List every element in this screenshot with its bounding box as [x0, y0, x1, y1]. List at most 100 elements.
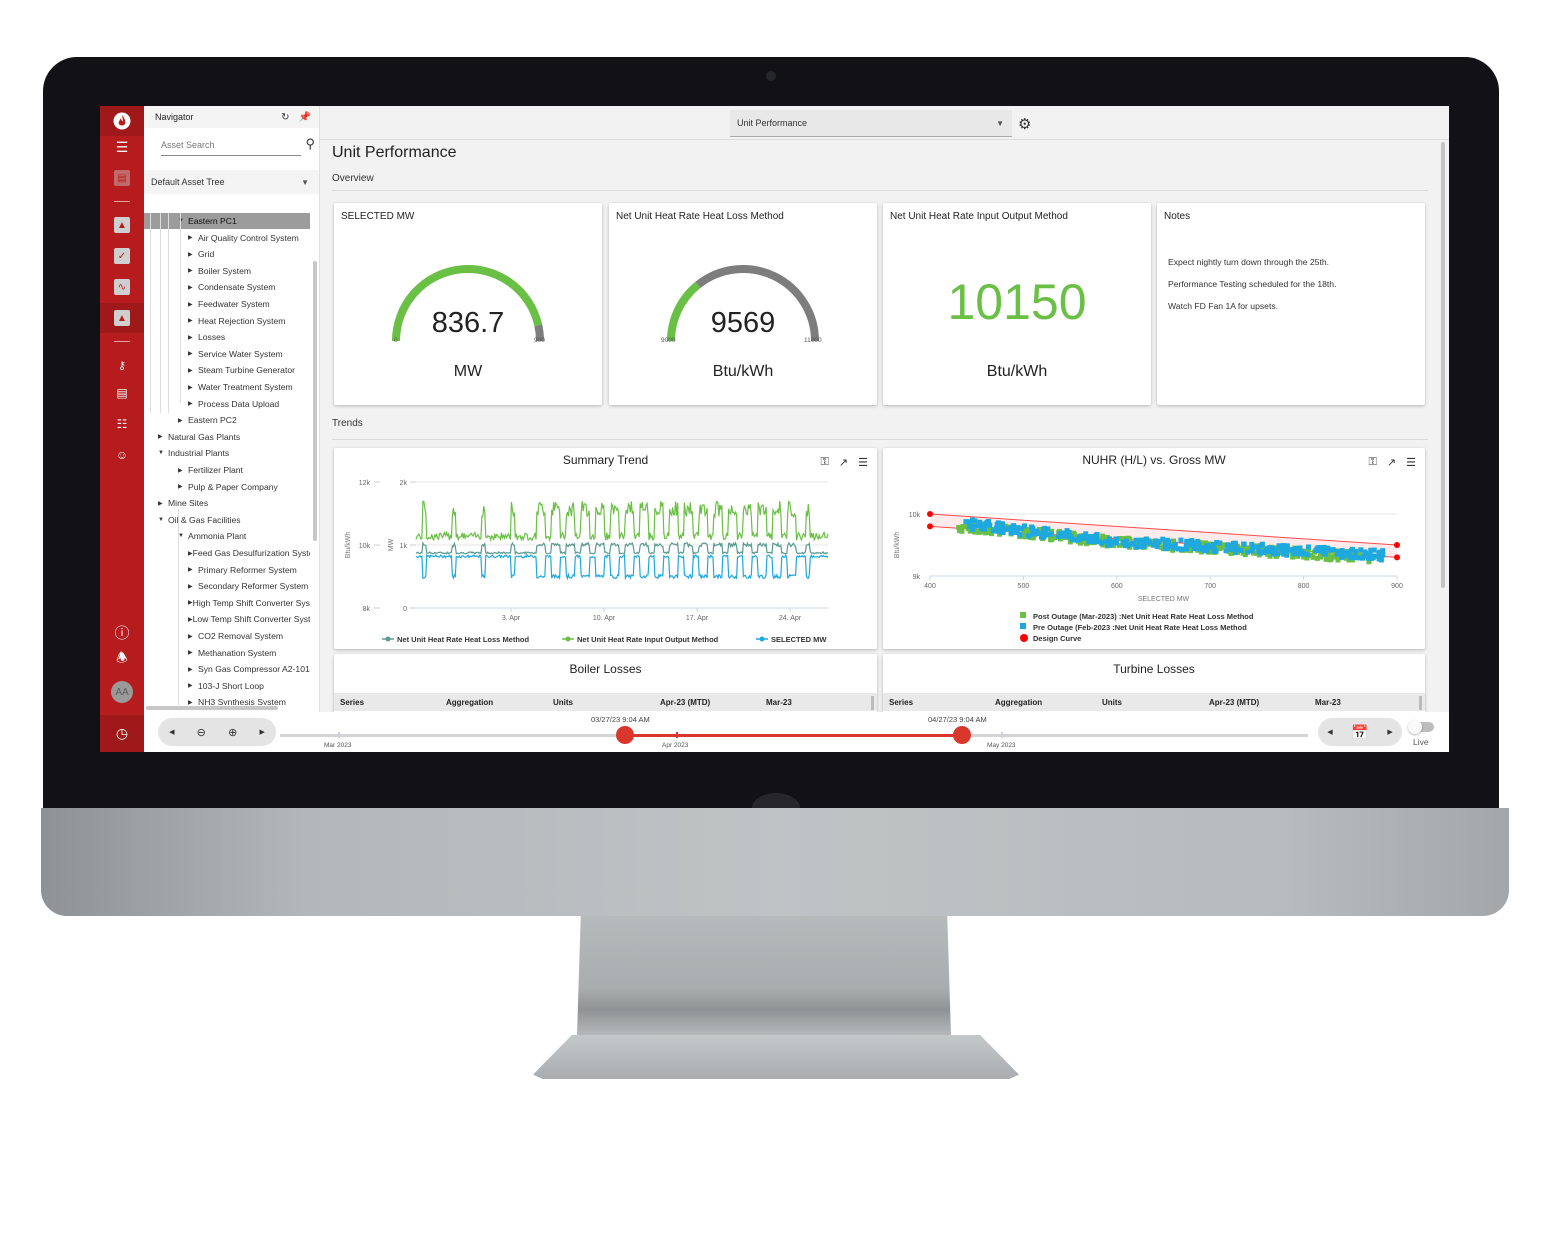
gear-icon[interactable]: ⚙	[1018, 115, 1031, 133]
caret-right-icon[interactable]: ▶	[188, 384, 198, 391]
bell-icon[interactable]: 🕭	[100, 645, 144, 675]
check-circle-icon[interactable]: ✓	[100, 241, 144, 271]
search-icon[interactable]: ⚲	[305, 136, 315, 152]
alert-icon[interactable]: ▲	[100, 210, 144, 240]
main-scrollbar[interactable]	[1441, 142, 1445, 588]
caret-right-icon[interactable]: ▶	[188, 334, 198, 341]
navigator-horizontal-scrollbar[interactable]	[146, 706, 278, 710]
caret-right-icon[interactable]: ▶	[188, 566, 198, 573]
tree-item[interactable]: ▶ CO2 Removal System	[144, 628, 310, 644]
tree-item[interactable]: ▶ NH3 Synthesis System	[144, 694, 310, 705]
calendar-icon[interactable]: 📅	[1351, 724, 1368, 741]
caret-right-icon[interactable]: ▶	[188, 301, 198, 308]
column-header[interactable]: Series	[340, 698, 364, 707]
caret-right-icon[interactable]: ▶	[188, 317, 198, 324]
caret-right-icon[interactable]: ▶	[178, 483, 188, 490]
column-header[interactable]: Units	[553, 698, 573, 707]
tree-item[interactable]: ▼ Industrial Plants	[144, 445, 310, 461]
caret-right-icon[interactable]: ▶	[188, 350, 198, 357]
caret-right-icon[interactable]: ▶	[158, 433, 168, 440]
asset-search-input[interactable]: Asset Search ⚲	[161, 136, 315, 156]
tree-item[interactable]: ▶ Eastern PC2	[144, 412, 310, 428]
caret-right-icon[interactable]: ▶	[188, 682, 198, 689]
nuhr-scatter-chart[interactable]: 10k 9k400 500 600 700 800 900 SELECTED MW Btu/kW…	[883, 448, 1425, 649]
legend-item[interactable]: Pre Outage (Feb-2023 :Net Unit Heat Rate…	[1033, 623, 1247, 632]
refresh-icon[interactable]: ↻	[281, 112, 289, 123]
pan-right-icon[interactable]: ▶	[259, 728, 264, 736]
column-header[interactable]: Units	[1102, 698, 1122, 707]
table-config-icon[interactable]: ☷	[100, 409, 144, 439]
caret-right-icon[interactable]: ▶	[188, 251, 198, 258]
tree-item[interactable]: ▶ Natural Gas Plants	[144, 429, 310, 445]
tree-item[interactable]: ▼ Oil & Gas Facilities	[144, 512, 310, 528]
legend-item[interactable]: Design Curve	[1033, 634, 1081, 643]
tree-item[interactable]: ▶ Syn Gas Compressor A2-101	[144, 661, 310, 677]
caret-right-icon[interactable]: ▶	[188, 666, 198, 673]
caret-right-icon[interactable]: ▶	[188, 649, 198, 656]
caret-right-icon[interactable]: ▶	[188, 267, 198, 274]
caret-right-icon[interactable]: ▶	[158, 500, 168, 507]
caret-right-icon[interactable]: ▶	[188, 583, 198, 590]
user-config-icon[interactable]: ☺	[100, 440, 144, 470]
caret-right-icon[interactable]: ▶	[178, 467, 188, 474]
tree-item[interactable]: ▶ Low Temp Shift Converter System	[144, 611, 310, 627]
clock-icon[interactable]: ◷	[100, 715, 144, 752]
live-toggle[interactable]	[1408, 720, 1434, 734]
menu-icon[interactable]: ☰	[100, 132, 144, 162]
tree-item[interactable]: ▶ Methanation System	[144, 645, 310, 661]
tree-item[interactable]: ▼ Ammonia Plant	[144, 528, 310, 544]
zoom-out-icon[interactable]: ⊖	[197, 726, 206, 739]
tree-item[interactable]: ▶ Fertilizer Plant	[144, 462, 310, 478]
caret-right-icon[interactable]: ▶	[188, 400, 198, 407]
asset-config-icon[interactable]: ⚷	[100, 350, 144, 380]
zoom-in-icon[interactable]: ⊕	[228, 726, 237, 739]
tree-item[interactable]: ▶ Feed Gas Desulfurization System	[144, 545, 310, 561]
caret-right-icon[interactable]: ▶	[178, 417, 188, 424]
caret-right-icon[interactable]: ▶	[188, 284, 198, 291]
legend-item[interactable]: SELECTED MW	[771, 635, 827, 644]
help-icon[interactable]: ⓘ	[100, 617, 144, 647]
table-scrollbar[interactable]	[871, 696, 874, 710]
caret-down-icon[interactable]: ▼	[178, 533, 188, 539]
next-period-icon[interactable]: ▶	[1387, 728, 1392, 736]
tree-item[interactable]: ▶ Primary Reformer System	[144, 562, 310, 578]
column-header[interactable]: Series	[889, 698, 913, 707]
tree-item[interactable]: ▶ Mine Sites	[144, 495, 310, 511]
tree-item[interactable]: ▶ 103-J Short Loop	[144, 678, 310, 694]
legend-item[interactable]: Net Unit Heat Rate Input Output Method	[577, 635, 719, 644]
dashboard-select[interactable]: Unit Performance ▼	[730, 110, 1012, 137]
table-scrollbar[interactable]	[1419, 696, 1422, 710]
column-header[interactable]: Aggregation	[446, 698, 493, 707]
pin-icon[interactable]: 📌	[299, 112, 311, 123]
caret-down-icon[interactable]: ▼	[158, 450, 168, 456]
report-icon[interactable]: ▤	[100, 163, 144, 193]
user-avatar[interactable]: AA	[100, 677, 144, 707]
caret-right-icon[interactable]: ▶	[188, 633, 198, 640]
caret-right-icon[interactable]: ▶	[188, 234, 198, 241]
caret-right-icon[interactable]: ▶	[188, 699, 198, 705]
pan-left-icon[interactable]: ◀	[169, 728, 174, 736]
column-header[interactable]: Apr-23 (MTD)	[660, 698, 710, 707]
asset-tree-select[interactable]: Default Asset Tree ▼	[144, 170, 319, 194]
column-header[interactable]: Apr-23 (MTD)	[1209, 698, 1259, 707]
legend-item[interactable]: Net Unit Heat Rate Heat Loss Method	[397, 635, 530, 644]
dashboard-icon[interactable]: ▲	[100, 303, 144, 333]
column-header[interactable]: Mar-23	[766, 698, 792, 707]
column-header[interactable]: Mar-23	[1315, 698, 1341, 707]
trend-icon[interactable]: ∿	[100, 272, 144, 302]
timeline-selected-range[interactable]	[625, 734, 962, 737]
navigator-scrollbar[interactable]	[313, 261, 317, 541]
chart-config-icon[interactable]: ▤	[100, 378, 144, 408]
range-end-handle[interactable]	[953, 726, 971, 744]
tree-item[interactable]: ▶ Secondary Reformer System	[144, 578, 310, 594]
range-start-handle[interactable]	[616, 726, 634, 744]
tree-item-label: High Temp Shift Converter System	[192, 597, 310, 608]
caret-down-icon[interactable]: ▼	[158, 517, 168, 523]
column-header[interactable]: Aggregation	[995, 698, 1042, 707]
legend-item[interactable]: Post Outage (Mar-2023) :Net Unit Heat Ra…	[1033, 612, 1254, 621]
caret-right-icon[interactable]: ▶	[188, 367, 198, 374]
tree-item[interactable]: ▶High Temp Shift Converter System	[144, 595, 310, 611]
tree-item[interactable]: ▶ Pulp & Paper Company	[144, 479, 310, 495]
summary-trend-chart[interactable]: 12k 2k 10k 1k 8k 0 Btu/kWh MW 3. Apr 10. Apr 17. A…	[334, 448, 877, 649]
previous-period-icon[interactable]: ◀	[1327, 728, 1332, 736]
